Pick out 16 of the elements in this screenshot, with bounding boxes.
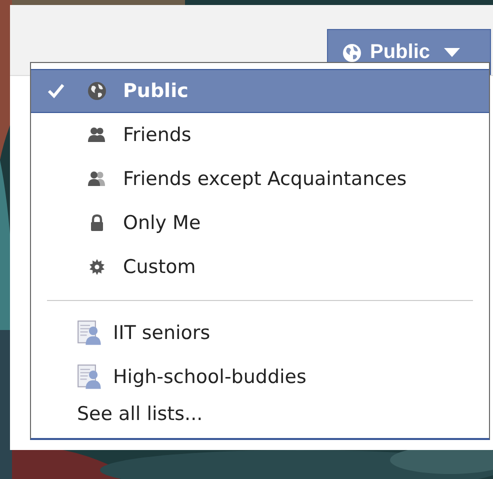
see-all-link[interactable]: See all lists...: [77, 403, 203, 425]
caret-icon: [444, 48, 460, 58]
menu-item[interactable]: Only Me: [31, 201, 489, 245]
people-icon: [87, 169, 107, 189]
list-person-icon: [77, 364, 103, 390]
menu-item[interactable]: Custom: [31, 245, 489, 289]
checkmark-icon: [47, 82, 65, 100]
menu-item[interactable]: IIT seniors: [31, 311, 489, 355]
menu-item[interactable]: Friends: [31, 113, 489, 157]
people-icon: [87, 125, 107, 145]
menu-item[interactable]: Public: [31, 69, 489, 113]
list-person-icon: [77, 320, 103, 346]
globe-icon: [87, 81, 107, 101]
menu-item[interactable]: Friends except Acquaintances: [31, 157, 489, 201]
gear-icon: [87, 257, 107, 277]
menu-item[interactable]: High-school-buddies: [31, 355, 489, 399]
